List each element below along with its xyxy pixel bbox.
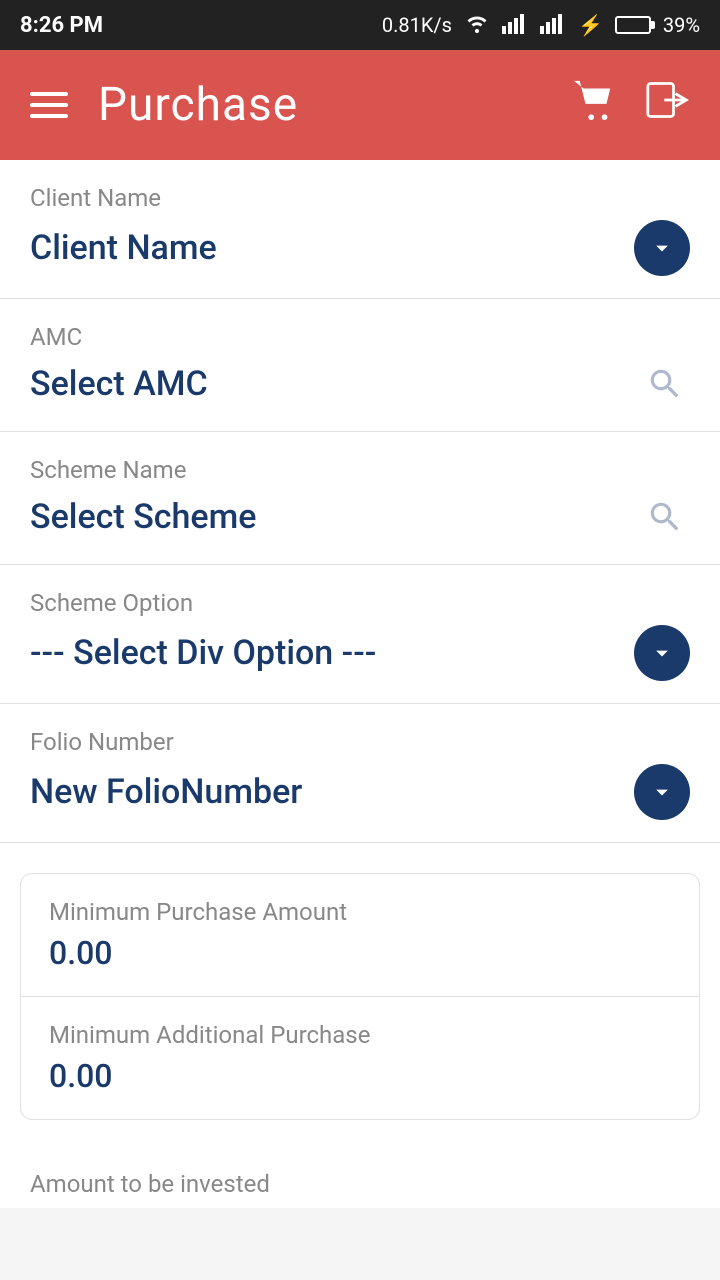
- folio-number-row: New FolioNumber: [30, 764, 690, 830]
- time: 8:26 PM: [20, 13, 103, 38]
- signal-icon: [502, 12, 528, 39]
- info-card: Minimum Purchase Amount 0.00 Minimum Add…: [20, 873, 700, 1120]
- scheme-option-value[interactable]: --- Select Div Option ---: [30, 633, 376, 673]
- status-icons: 0.81K/s ⚡: [382, 12, 700, 39]
- network-speed: 0.81K/s: [382, 13, 452, 37]
- amc-value[interactable]: Select AMC: [30, 364, 208, 404]
- client-name-label: Client Name: [30, 184, 690, 212]
- header: Purchase: [0, 50, 720, 160]
- amount-label: Amount to be invested: [0, 1150, 720, 1208]
- amc-label: AMC: [30, 323, 690, 351]
- amc-search-button[interactable]: [640, 359, 690, 409]
- amc-row: Select AMC: [30, 359, 690, 419]
- min-purchase-value: 0.00: [49, 934, 671, 972]
- client-name-section: Client Name Client Name: [0, 160, 720, 299]
- charging-icon: ⚡: [578, 13, 603, 37]
- client-name-row: Client Name: [30, 220, 690, 286]
- header-right: [572, 79, 690, 132]
- client-name-dropdown[interactable]: [634, 220, 690, 276]
- min-purchase-label: Minimum Purchase Amount: [49, 898, 671, 926]
- scheme-option-row: --- Select Div Option ---: [30, 625, 690, 691]
- logout-icon[interactable]: [646, 79, 690, 132]
- scheme-name-row: Select Scheme: [30, 492, 690, 552]
- folio-number-label: Folio Number: [30, 728, 690, 756]
- battery-percent: 39%: [663, 13, 700, 37]
- scheme-option-dropdown[interactable]: [634, 625, 690, 681]
- scheme-option-label: Scheme Option: [30, 589, 690, 617]
- wifi-icon: [464, 12, 490, 39]
- scheme-name-section: Scheme Name Select Scheme: [0, 432, 720, 565]
- amc-section: AMC Select AMC: [0, 299, 720, 432]
- folio-number-dropdown[interactable]: [634, 764, 690, 820]
- page-title: Purchase: [98, 78, 298, 132]
- min-purchase-row: Minimum Purchase Amount 0.00: [21, 874, 699, 996]
- scheme-option-section: Scheme Option --- Select Div Option ---: [0, 565, 720, 704]
- min-additional-value: 0.00: [49, 1057, 671, 1095]
- scheme-search-button[interactable]: [640, 492, 690, 542]
- folio-number-section: Folio Number New FolioNumber: [0, 704, 720, 843]
- cart-icon[interactable]: [572, 79, 618, 132]
- menu-button[interactable]: [30, 92, 68, 118]
- min-additional-label: Minimum Additional Purchase: [49, 1021, 671, 1049]
- signal2-icon: [540, 12, 566, 39]
- folio-number-value[interactable]: New FolioNumber: [30, 772, 302, 812]
- scheme-name-label: Scheme Name: [30, 456, 690, 484]
- header-left: Purchase: [30, 78, 298, 132]
- client-name-value[interactable]: Client Name: [30, 228, 217, 268]
- battery-icon: [615, 16, 651, 34]
- main-content: Client Name Client Name AMC Select AMC S…: [0, 160, 720, 1208]
- status-bar: 8:26 PM 0.81K/s ⚡: [0, 0, 720, 50]
- scheme-name-value[interactable]: Select Scheme: [30, 497, 256, 537]
- min-additional-row: Minimum Additional Purchase 0.00: [21, 996, 699, 1119]
